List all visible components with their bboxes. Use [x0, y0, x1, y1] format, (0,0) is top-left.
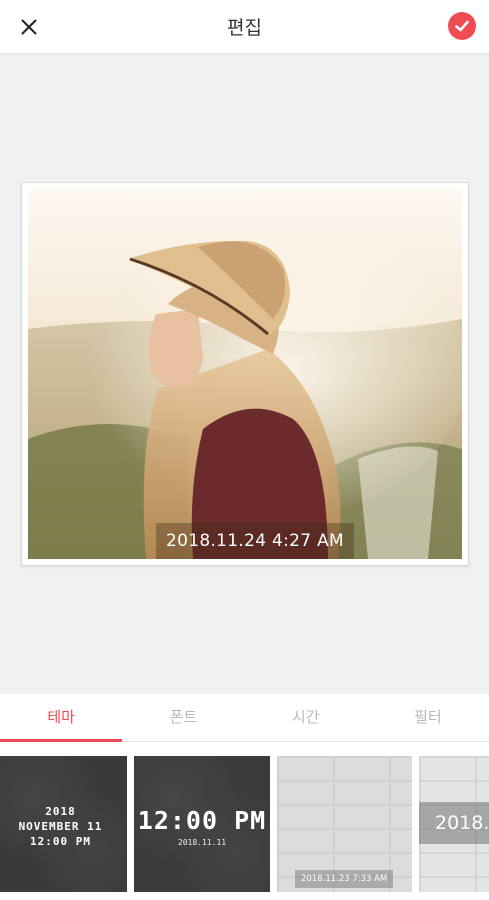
- theme-thumbnail[interactable]: 2018 NOVEMBER 11 12:00 PM: [0, 756, 127, 892]
- theme-preview-text: 2018 NOVEMBER 11 12:00 PM: [18, 805, 103, 848]
- theme-preview-text: 2018.: [419, 802, 489, 844]
- tab-theme[interactable]: 테마: [0, 694, 122, 741]
- edit-tabs: 테마 폰트 시간 필터: [0, 694, 489, 742]
- theme-preview-date: 2018.11.11: [177, 838, 227, 847]
- theme-preview-stamp: 2018.11.23 7:33 AM: [295, 870, 394, 888]
- photo-image: 2018.11.24 4:27 AM: [28, 189, 462, 559]
- theme-thumbnail[interactable]: 2018.: [419, 756, 489, 892]
- top-bar: 편집: [0, 0, 489, 54]
- page-title: 편집: [227, 17, 262, 39]
- theme-list[interactable]: 2018 NOVEMBER 11 12:00 PM 12:00 PM 2018.…: [0, 742, 489, 900]
- confirm-button[interactable]: [448, 12, 476, 40]
- theme-thumbnail[interactable]: 2018.11.23 7:33 AM: [277, 756, 412, 892]
- check-icon: [455, 20, 469, 32]
- tab-time[interactable]: 시간: [245, 694, 367, 741]
- tab-font[interactable]: 폰트: [122, 694, 244, 741]
- theme-thumbnail[interactable]: 12:00 PM 2018.11.11: [134, 756, 270, 892]
- photo-timestamp: 2018.11.24 4:27 AM: [156, 523, 355, 559]
- theme-preview-time: 12:00 PM: [137, 806, 267, 835]
- photo-preview[interactable]: 2018.11.24 4:27 AM: [21, 182, 469, 566]
- tab-filter[interactable]: 필터: [367, 694, 489, 741]
